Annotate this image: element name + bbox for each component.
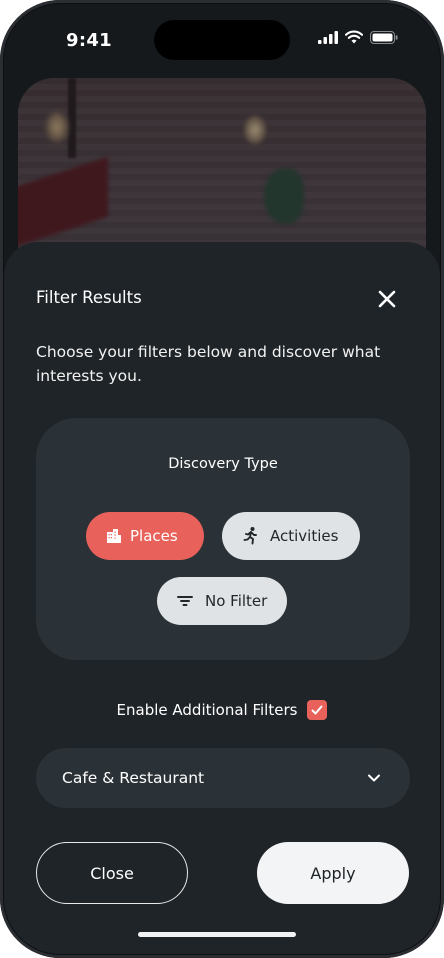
- category-select-value: Cafe & Restaurant: [62, 769, 205, 787]
- battery-icon: [370, 30, 398, 44]
- category-select[interactable]: Cafe & Restaurant: [36, 748, 410, 808]
- sheet-description: Choose your filters below and discover w…: [36, 343, 381, 385]
- discovery-type-title: Discovery Type: [168, 456, 278, 472]
- chip-places[interactable]: Places: [86, 512, 204, 560]
- sheet-title: Filter Results: [36, 288, 142, 307]
- apply-button[interactable]: Apply: [257, 842, 409, 904]
- chip-activities-label: Activities: [270, 527, 339, 545]
- chip-places-label: Places: [130, 527, 178, 545]
- cellular-signal-icon: [318, 30, 338, 44]
- additional-filters-checkbox[interactable]: [307, 700, 328, 720]
- chip-no-filter[interactable]: No Filter: [157, 577, 287, 625]
- chip-no-filter-label: No Filter: [205, 592, 268, 610]
- running-person-icon: [243, 527, 257, 545]
- status-time: 9:41: [66, 30, 112, 51]
- buildings-icon: [107, 529, 121, 543]
- chip-activities[interactable]: Activities: [222, 512, 360, 560]
- chevron-down-icon: [368, 774, 380, 782]
- checkmark-icon: [311, 705, 323, 715]
- close-icon[interactable]: [374, 286, 400, 312]
- filter-sheet: Filter Results Choose your filters below…: [4, 242, 440, 954]
- dynamic-island: [154, 20, 290, 60]
- filter-lines-icon: [177, 596, 193, 606]
- screen: 9:41 Filter Results Choose your filters …: [4, 4, 440, 954]
- wifi-icon: [345, 30, 363, 44]
- discovery-type-card: Discovery Type Places Activities No Filt…: [36, 418, 410, 660]
- close-button[interactable]: Close: [36, 842, 188, 904]
- additional-filters-row: Enable Additional Filters: [4, 700, 440, 720]
- additional-filters-label: Enable Additional Filters: [116, 701, 298, 719]
- phone-frame: 9:41 Filter Results Choose your filters …: [0, 0, 444, 958]
- home-indicator[interactable]: [138, 932, 296, 937]
- status-icons: [318, 30, 398, 44]
